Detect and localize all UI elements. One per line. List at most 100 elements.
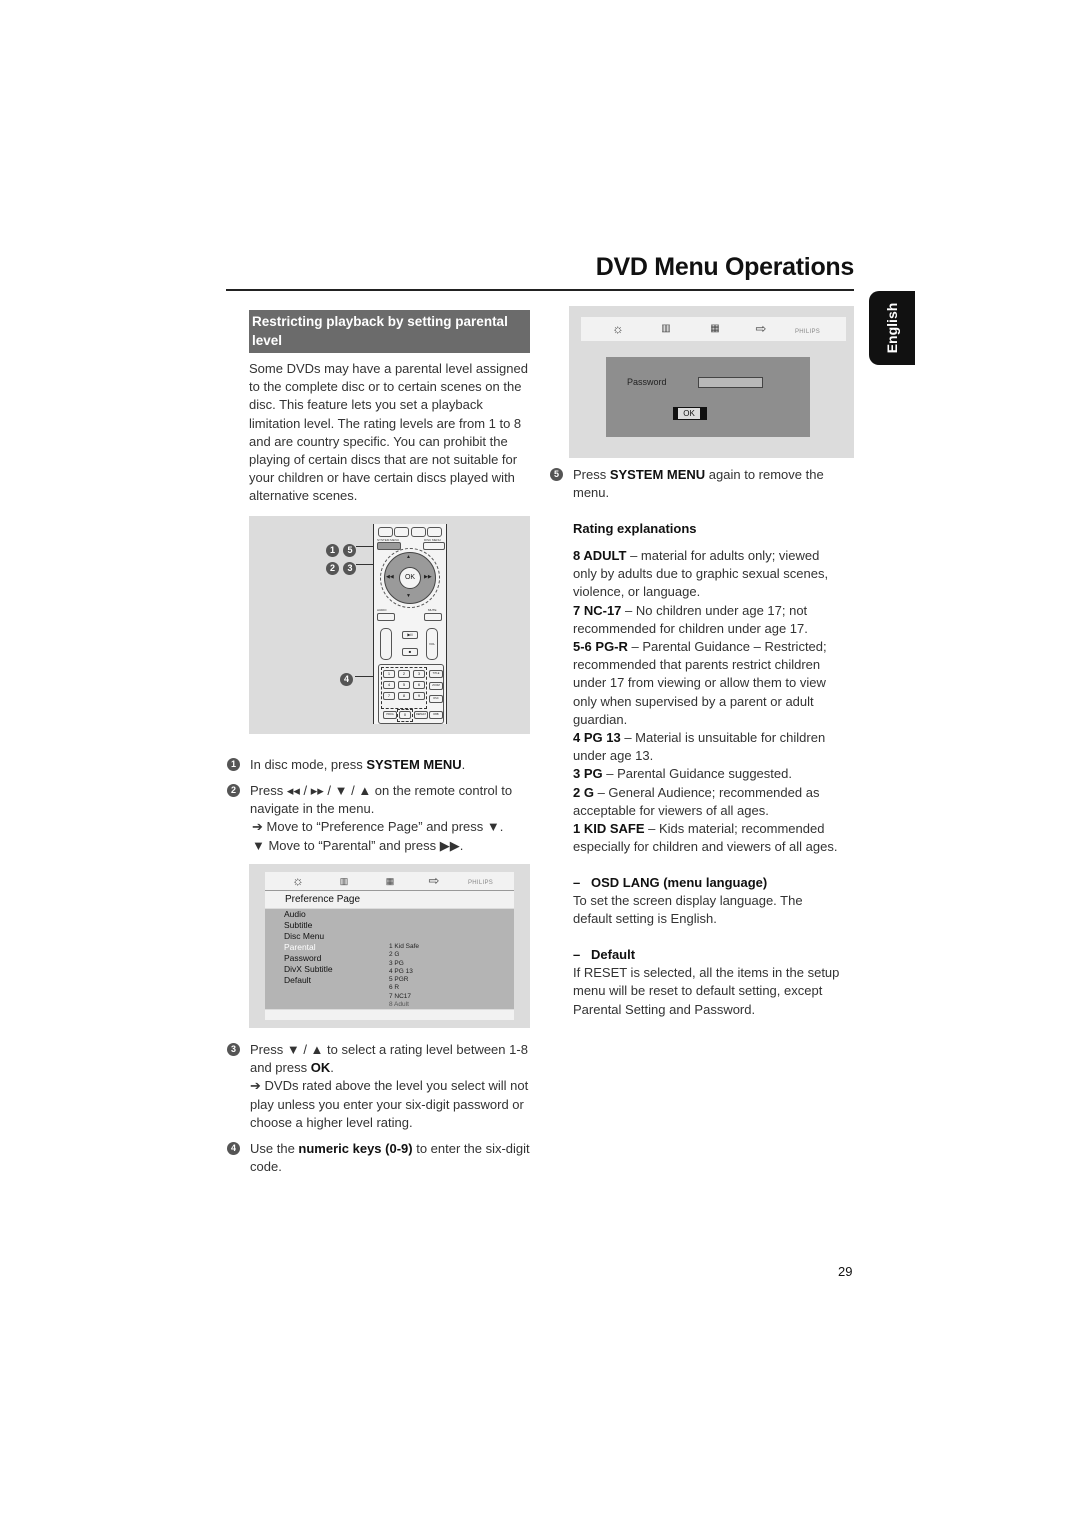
osd-rating-item: 1 Kid Safe xyxy=(389,943,419,950)
numeric-keypad: 1 2 3 4 5 6 7 8 9 xyxy=(383,670,425,700)
step-text: In disc mode, press xyxy=(250,757,367,772)
general-setup-icon: ☼ xyxy=(612,321,624,336)
rating-item: 4 PG 13 – Material is unsuitable for chi… xyxy=(573,729,843,765)
rating-text: – General Audience; recommended as accep… xyxy=(573,784,820,818)
dash: – xyxy=(573,947,581,962)
callout-number: 3 xyxy=(343,562,357,575)
step-number: 5 xyxy=(550,468,563,481)
skip-rocker xyxy=(380,628,392,660)
rating-code: 8 ADULT xyxy=(573,548,627,563)
option-default: – Default If RESET is selected, all the i… xyxy=(573,946,843,1019)
repeat-button: REPEAT xyxy=(414,711,428,719)
osd-menu-item: Audio xyxy=(284,909,306,919)
video-setup-icon: ▦ xyxy=(710,323,720,334)
remote-illustration: 1 5 2 3 4 SYSTEM MENU DISC MENU OK ▲ ▼ ◀… xyxy=(249,516,530,734)
dash: – xyxy=(573,875,581,890)
password-input[interactable] xyxy=(698,377,763,388)
stop-button: ■ xyxy=(402,648,418,656)
step-substep: ➔ DVDs rated above the level you select … xyxy=(250,1078,529,1130)
callout-number: 2 xyxy=(326,562,339,575)
password-dialog: Password OK xyxy=(606,357,810,437)
volume-rocker: VOL xyxy=(426,628,438,660)
preference-page-screenshot: ☼ ▥ ▦ ⇨ PHILIPS Preference Page Audio Su… xyxy=(249,864,530,1028)
step-number: 3 xyxy=(227,1043,240,1056)
rating-code: 5-6 PG-R xyxy=(573,639,628,655)
page-number: 29 xyxy=(838,1264,853,1279)
exit-icon: ⇨ xyxy=(428,873,440,888)
forward-icon: ▶▶ xyxy=(424,574,432,580)
down-arrow-icon: ▼ xyxy=(406,593,411,599)
osd-menu-area: Audio Subtitle Disc Menu Parental Passwo… xyxy=(265,909,514,1009)
prog-button: PROG xyxy=(383,711,397,719)
language-tab-label: English xyxy=(884,302,900,354)
key-6: 6 xyxy=(413,681,425,689)
step-3: 3 Press ▼ / ▲ to select a rating level b… xyxy=(227,1041,532,1132)
key-1: 1 xyxy=(383,670,395,678)
key-8: 8 xyxy=(398,692,410,700)
mute-button xyxy=(424,613,442,621)
osd-menu-item-selected: Parental xyxy=(284,942,316,952)
rating-code: 7 NC-17 xyxy=(573,602,622,618)
callout-4: 4 xyxy=(340,669,353,687)
callout-2-3: 2 3 xyxy=(326,558,357,576)
disc-menu-button xyxy=(423,542,445,550)
step-text: Use the xyxy=(250,1141,299,1156)
page-title: DVD Menu Operations xyxy=(595,253,855,281)
ok-button: OK xyxy=(399,567,421,589)
ok-button-frame: OK xyxy=(673,407,707,420)
password-label: Password xyxy=(627,377,667,387)
option-osd-lang: – OSD LANG (menu language) To set the scr… xyxy=(573,874,843,929)
osd-rating-list: 1 Kid Safe 2 G 3 PG 4 PG 13 5 PGR 6 R 7 … xyxy=(389,943,419,1009)
mute-label: MUTE xyxy=(428,608,437,612)
general-setup-icon: ☼ xyxy=(292,873,304,888)
audio-button xyxy=(377,613,395,621)
option-heading: OSD LANG (menu language) xyxy=(591,875,768,890)
step-text: Press ◂◂ / ▸▸ / ▼ / ▲ on the remote cont… xyxy=(250,783,513,817)
step-number: 4 xyxy=(227,1142,240,1155)
option-text: To set the screen display language. The … xyxy=(573,893,803,927)
step-text: Press xyxy=(573,467,610,482)
osd-menu-item: Disc Menu xyxy=(284,931,325,941)
osd-ok-button[interactable]: OK xyxy=(678,408,700,419)
osd-rating-item: 5 PGR xyxy=(389,976,409,984)
key-3: 3 xyxy=(413,670,425,678)
option-text: If RESET is selected, all the items in t… xyxy=(573,965,840,1017)
osd-rating-item: 4 PG 13 xyxy=(389,967,413,975)
rating-code: 3 PG xyxy=(573,766,603,782)
step-bold: SYSTEM MENU xyxy=(366,757,462,772)
osd-rating-item: 8 Adult xyxy=(389,1001,409,1009)
step-5: 5 Press SYSTEM MENU again to remove the … xyxy=(550,466,848,502)
audio-setup-icon: ▥ xyxy=(339,876,349,886)
title-return-button: TITLE RETURN xyxy=(429,670,443,678)
rating-item: 8 ADULT – material for adults only; view… xyxy=(573,547,843,602)
language-tab: English xyxy=(869,291,915,365)
step-substep: ▼ Move to “Parental” and press ▶▶. xyxy=(252,837,464,853)
step-text-end: . xyxy=(461,757,466,772)
rating-code: 2 G xyxy=(573,784,594,800)
osd-toolbar: ☼ ▥ ▦ ⇨ PHILIPS xyxy=(581,317,846,341)
key-9: 9 xyxy=(413,692,425,700)
step-number: 2 xyxy=(227,784,240,797)
system-menu-button xyxy=(377,542,401,550)
exit-icon: ⇨ xyxy=(755,321,767,336)
step-1: 1 In disc mode, press SYSTEM MENU. xyxy=(227,756,540,774)
rating-heading: Rating explanations xyxy=(573,521,697,536)
osd-rating-item: 6 R xyxy=(389,984,400,992)
remote-top-button xyxy=(427,527,442,537)
callout-1-5: 1 5 xyxy=(326,540,357,558)
osd-rating-item: 3 PG xyxy=(389,959,404,967)
osd-rating-item: 7 NC17 xyxy=(389,992,412,1000)
rewind-icon: ◀◀ xyxy=(386,574,394,580)
brand-label: PHILIPS xyxy=(468,880,494,886)
rating-item: 7 NC-17 – No children under age 17; not … xyxy=(573,602,843,638)
header-rule xyxy=(226,289,854,291)
zoom-button: ZOOM xyxy=(429,682,443,690)
remote-top-button xyxy=(411,527,426,537)
rating-item: 2 G – General Audience; recommended as a… xyxy=(573,784,843,820)
play-pause-button: ▶II xyxy=(402,631,418,639)
osd-menu-item: Default xyxy=(284,975,311,985)
step-number: 1 xyxy=(227,758,240,771)
callout-number: 5 xyxy=(343,544,357,557)
brand-label: PHILIPS xyxy=(795,329,821,335)
osd-menu-list: Audio Subtitle Disc Menu Parental Passwo… xyxy=(284,909,333,986)
